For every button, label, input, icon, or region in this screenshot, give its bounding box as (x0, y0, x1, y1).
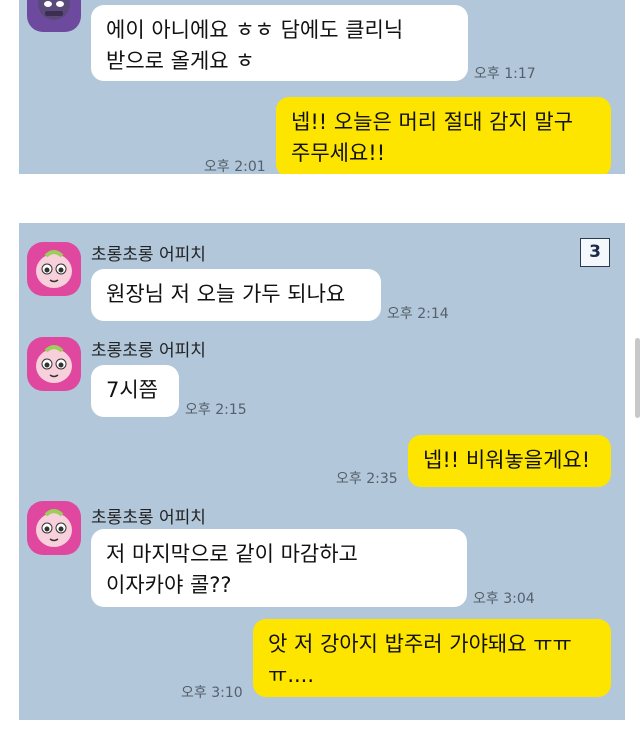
chat-panel-bottom: 3 초롱초롱 어피치 원장님 저 오늘 가두 되나요 오후 2:14 초롱초롱 … (19, 223, 625, 720)
sender-name: 초롱초롱 어피치 (91, 341, 206, 361)
message-time: 오후 2:35 (336, 471, 398, 487)
message-bubble-outgoing[interactable]: 넵!! 오늘은 머리 절대 감지 말구 주무세요!! (276, 97, 611, 174)
message-bubble-outgoing[interactable]: 앗 저 강아지 밥주러 가야돼요 ㅠㅠ ㅠ.... (253, 619, 611, 697)
sender-name: 초롱초롱 어피치 (91, 245, 206, 265)
unread-count-badge[interactable]: 3 (580, 238, 610, 267)
message-bubble-incoming[interactable]: 저 마지막으로 같이 마감하고 이자카야 콜?? (91, 529, 467, 607)
sender-name: 초롱초롱 어피치 (91, 508, 206, 528)
message-time: 오후 2:14 (387, 306, 449, 322)
message-bubble-outgoing[interactable]: 넵!! 비워놓을게요! (408, 435, 611, 487)
message-time: 오후 1:17 (474, 66, 536, 82)
message-time: 오후 2:01 (204, 159, 266, 174)
message-time: 오후 3:10 (181, 685, 243, 701)
chat-panel-top: 에이 아니에요 ㅎㅎ 담에도 클리닉 받으로 올게요 ㅎ 오후 1:17 오후 … (19, 0, 625, 174)
scrollbar[interactable] (635, 338, 640, 418)
apeach-avatar-icon[interactable] (27, 337, 81, 391)
message-bubble-incoming[interactable]: 7시쯤 (91, 365, 179, 417)
apeach-avatar-icon[interactable] (27, 242, 81, 296)
apeach-avatar-icon[interactable] (27, 501, 81, 555)
message-bubble-incoming[interactable]: 원장님 저 오늘 가두 되나요 (91, 269, 381, 321)
purple-avatar-icon[interactable] (27, 0, 81, 32)
message-time: 오후 2:15 (185, 402, 247, 418)
message-time: 오후 3:04 (473, 591, 535, 607)
message-bubble-incoming[interactable]: 에이 아니에요 ㅎㅎ 담에도 클리닉 받으로 올게요 ㅎ (91, 5, 468, 81)
